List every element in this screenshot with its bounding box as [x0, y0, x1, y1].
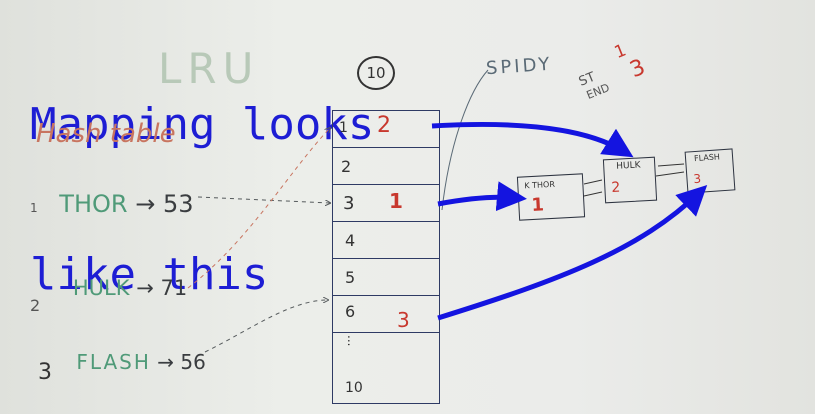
hash-arrow-hulk: [187, 128, 330, 289]
board-drawings: [187, 69, 708, 353]
hash-arrow-flash: [204, 300, 328, 353]
slot1-to-hulk-arrow: [431, 121, 634, 158]
slot3-to-thor-arrow: [437, 181, 527, 212]
spidy-pointer: [441, 69, 489, 211]
hash-arrow-thor: [197, 196, 330, 203]
slot6-to-flash-arrow: [437, 185, 708, 321]
